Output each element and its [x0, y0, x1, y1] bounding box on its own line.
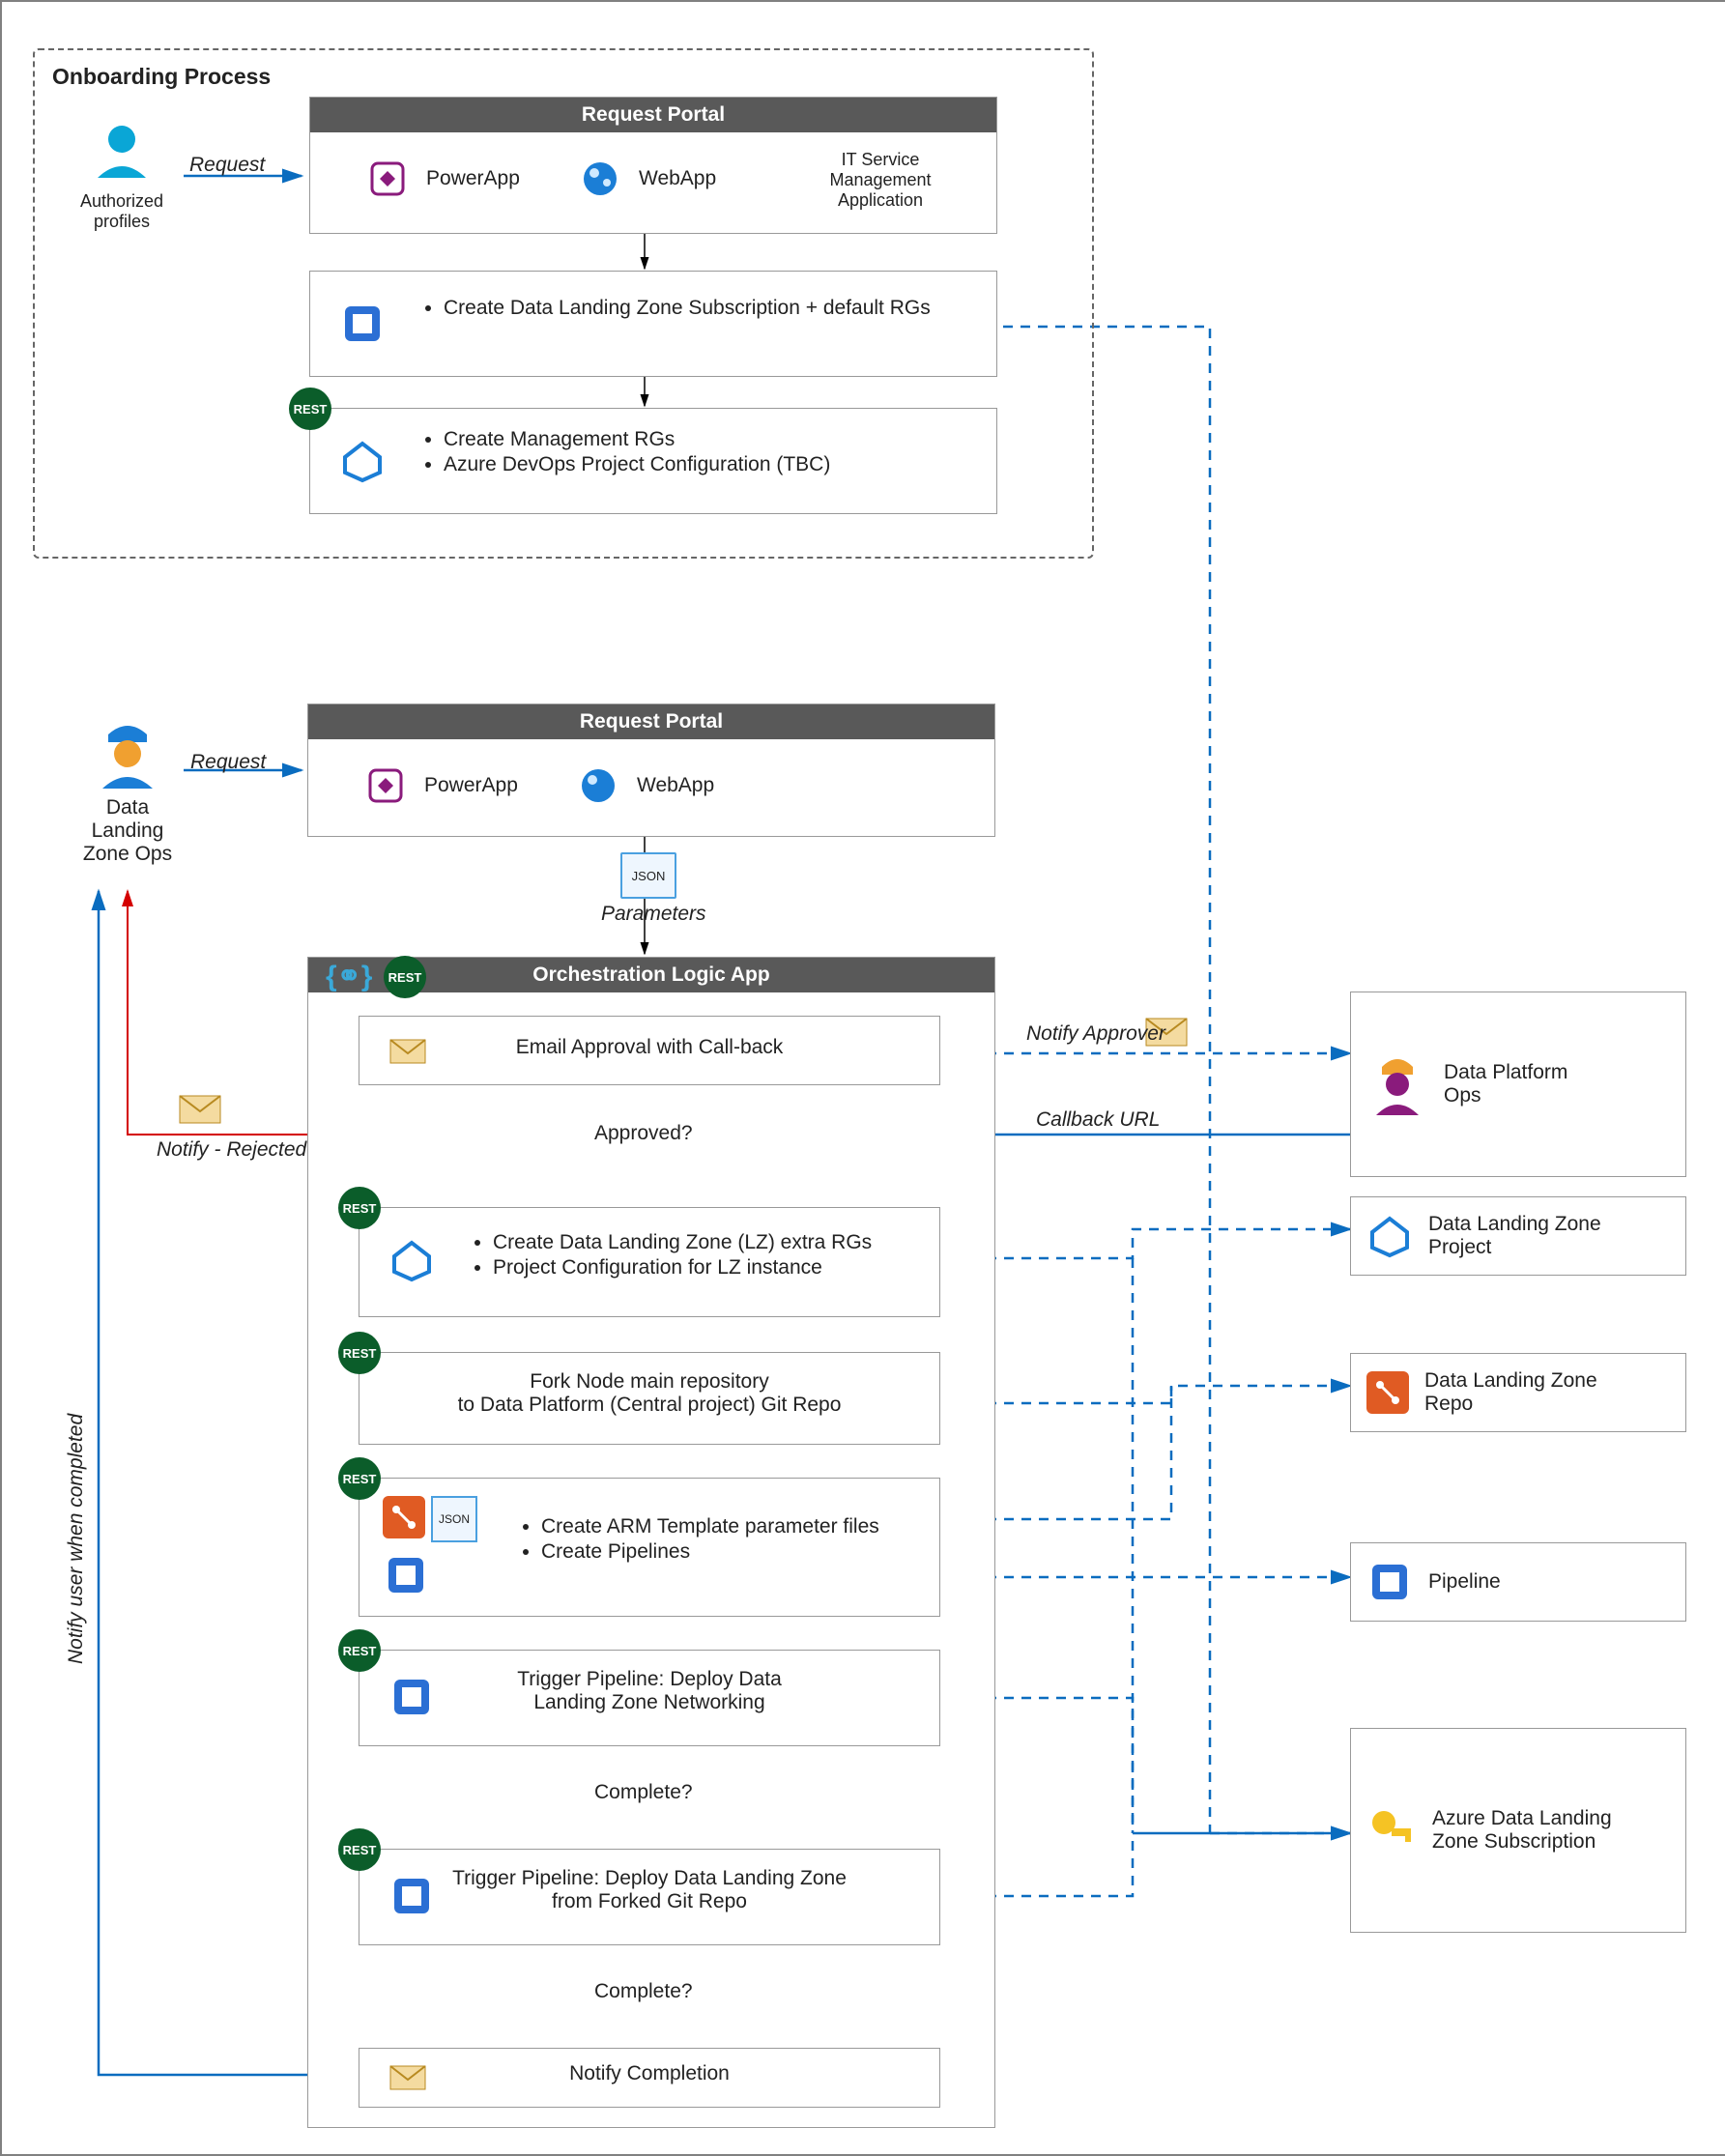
request-label-2: Request: [190, 751, 266, 774]
rest-badge: REST: [338, 1457, 381, 1500]
rest-badge: REST: [338, 1187, 381, 1229]
webapp-icon: [581, 159, 619, 198]
request-label-1: Request: [189, 154, 265, 177]
complete1-label: Complete?: [594, 1781, 693, 1804]
step-notify-completion: Notify Completion: [359, 2048, 940, 2108]
side-azure-subscription: Azure Data Landing Zone Subscription: [1350, 1728, 1686, 1933]
side-data-platform-ops: Data Platform Ops: [1350, 992, 1686, 1177]
step-arm-templates: REST JSON Create ARM Template parameter …: [359, 1478, 940, 1617]
request-portal-title-1: Request Portal: [310, 98, 996, 132]
actor-dlz-ops: Data Landing Zone Ops: [60, 713, 195, 866]
request-portal-title-2: Request Portal: [308, 704, 994, 739]
step-create-rgs: REST Create Data Landing Zone (LZ) extra…: [359, 1207, 940, 1317]
powerapp-entry-1: PowerApp: [368, 159, 520, 198]
onboarding-section: Onboarding Process Authorized profiles R…: [33, 48, 1094, 559]
rest-badge: REST: [338, 1332, 381, 1374]
onboarding-title: Onboarding Process: [52, 64, 271, 90]
parameters-block: JSON Parameters: [620, 852, 726, 922]
webapp-entry-1: WebApp: [581, 159, 716, 198]
rest-badge: REST: [384, 956, 426, 998]
complete2-label: Complete?: [594, 1980, 693, 2003]
itsm-label: IT Service Management Application: [793, 150, 967, 211]
notify-rejected-label: Notify - Rejected: [157, 1138, 306, 1162]
powerapp-icon: [368, 159, 407, 198]
orchestration-title: {⚭} REST Orchestration Logic App: [308, 958, 994, 992]
json-file-icon: JSON: [431, 1496, 477, 1542]
powerapp-icon: [366, 766, 405, 805]
step-fork-repo: REST Fork Node main repository to Data P…: [359, 1352, 940, 1445]
webapp-icon: [579, 766, 618, 805]
request-portal-panel-2: Request Portal PowerApp WebApp: [307, 704, 995, 837]
actor-authorized-profiles: Authorized profiles: [64, 118, 180, 232]
side-pipeline: Pipeline: [1350, 1542, 1686, 1622]
engineer-icon: [89, 713, 166, 791]
rest-badge: REST: [338, 1629, 381, 1672]
json-file-icon: JSON: [620, 852, 676, 899]
orchestration-panel: {⚭} REST Orchestration Logic App Email A…: [307, 957, 995, 2128]
webapp-entry-2: WebApp: [579, 766, 714, 805]
step-trigger-pipeline-1: REST Trigger Pipeline: Deploy Data Landi…: [359, 1650, 940, 1746]
onboarding-task-2: REST Create Management RGs Azure DevOps …: [309, 408, 997, 514]
diagram-canvas: Onboarding Process Authorized profiles R…: [0, 0, 1725, 2156]
devops-icon: [1366, 1213, 1413, 1259]
step-email-approval: Email Approval with Call-back: [359, 1016, 940, 1085]
git-icon: [1366, 1371, 1409, 1414]
logic-app-icon: {⚭}: [326, 960, 373, 993]
user-icon: [88, 118, 156, 186]
engineer-icon: [1366, 1049, 1428, 1119]
git-icon: [383, 1496, 425, 1544]
powerapp-entry-2: PowerApp: [366, 766, 518, 805]
notify-approver-label: Notify Approver: [1026, 1022, 1165, 1046]
callback-url-label: Callback URL: [1036, 1108, 1160, 1132]
request-portal-panel-1: Request Portal PowerApp WebApp IT Servic…: [309, 97, 997, 234]
devops-icon: [388, 1237, 435, 1289]
key-icon: [1366, 1805, 1417, 1855]
onboarding-task-1: Create Data Landing Zone Subscription + …: [309, 271, 997, 377]
pipeline-icon: [339, 301, 386, 353]
step-trigger-pipeline-2: REST Trigger Pipeline: Deploy Data Landi…: [359, 1849, 940, 1945]
notify-user-complete-label: Notify user when completed: [65, 1414, 88, 1664]
devops-icon: [339, 438, 386, 490]
rest-badge: REST: [289, 388, 331, 430]
pipeline-icon: [1366, 1559, 1413, 1605]
rest-badge: REST: [338, 1828, 381, 1871]
approved-label: Approved?: [594, 1122, 693, 1145]
side-dlz-project: Data Landing Zone Project: [1350, 1196, 1686, 1276]
pipeline-icon: [383, 1552, 429, 1604]
mail-icon: [176, 1084, 224, 1135]
side-dlz-repo: Data Landing Zone Repo: [1350, 1353, 1686, 1432]
